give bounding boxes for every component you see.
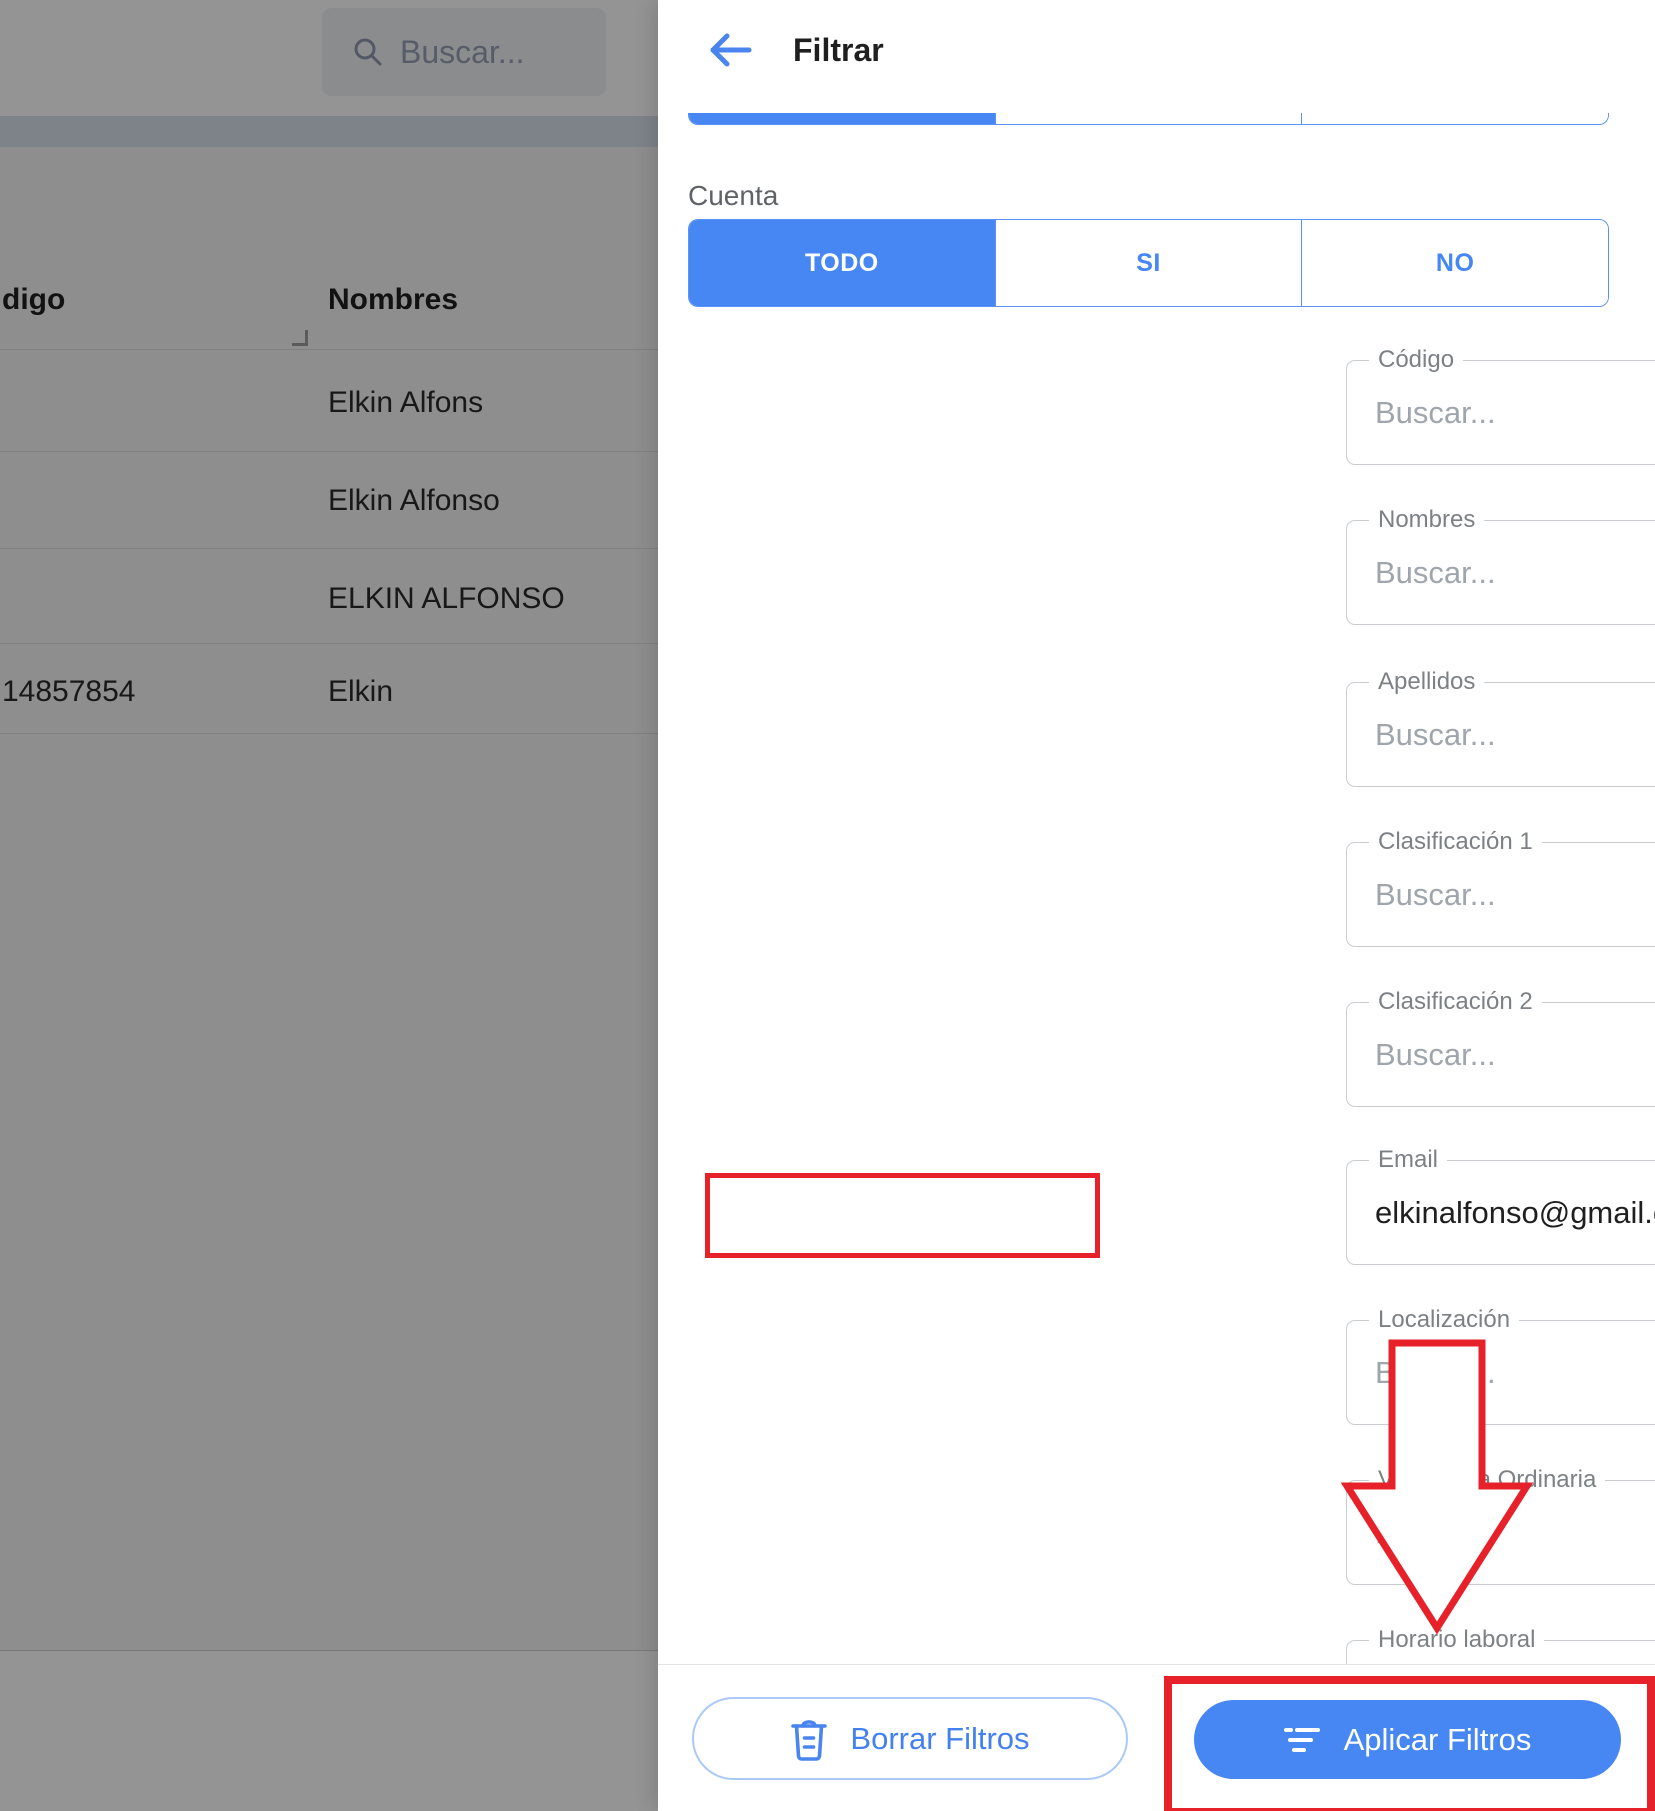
drawer-scrim[interactable] (0, 0, 658, 1811)
filter-field-localizacion[interactable]: Localización Buscar... (1346, 1320, 1655, 1425)
filter-field-clasificacion-2[interactable]: Clasificación 2 Buscar... (1346, 1002, 1655, 1107)
field-label: Clasificación 2 (1369, 989, 1542, 1015)
field-placeholder: Buscar... (1375, 395, 1496, 431)
filter-field-apellidos[interactable]: Apellidos Buscar... (1346, 682, 1655, 787)
field-placeholder: Buscar... (1375, 877, 1496, 913)
field-placeholder: Buscar... (1375, 1037, 1496, 1073)
cuenta-option-todo[interactable]: TODO (689, 220, 995, 306)
cuenta-option-no[interactable]: NO (1301, 220, 1608, 306)
filter-icon (1284, 1727, 1320, 1753)
back-arrow-icon[interactable] (707, 29, 753, 76)
filter-field-valor-hora-ordinaria[interactable]: Valor Hora Ordinaria Buscar... (1346, 1480, 1655, 1585)
field-label: Apellidos (1369, 669, 1484, 695)
filter-field-clasificacion-1[interactable]: Clasificación 1 Buscar... (1346, 842, 1655, 947)
filter-field-codigo[interactable]: Código Buscar... (1346, 360, 1655, 465)
drawer-header: Filtrar (658, 0, 1655, 113)
clear-filters-button[interactable]: Borrar Filtros (692, 1697, 1128, 1780)
cuenta-label: Cuenta (688, 180, 778, 212)
filter-drawer: Filtrar Cuenta TODO SI NO Código Buscar.… (658, 0, 1655, 1811)
field-placeholder: Buscar... (1375, 1515, 1496, 1551)
cuenta-segmented-control: TODO SI NO (688, 219, 1609, 307)
field-label: Localización (1369, 1307, 1519, 1333)
field-label: Código (1369, 347, 1463, 373)
filter-field-email[interactable]: Email elkinalfonso@gmail.com (1346, 1160, 1655, 1265)
cuenta-option-si[interactable]: SI (995, 220, 1302, 306)
field-label: Clasificación 1 (1369, 829, 1542, 855)
field-placeholder: Buscar... (1375, 555, 1496, 591)
drawer-footer: Borrar Filtros Aplicar Filtros (658, 1664, 1655, 1811)
field-label: Valor Hora Ordinaria (1369, 1467, 1605, 1493)
field-label: Horario laboral (1369, 1627, 1544, 1653)
apply-filters-button[interactable]: Aplicar Filtros (1194, 1700, 1621, 1779)
field-placeholder: Buscar... (1375, 1355, 1496, 1391)
field-placeholder: Buscar... (1375, 717, 1496, 753)
clear-filters-label: Borrar Filtros (850, 1721, 1029, 1757)
email-value: elkinalfonso@gmail.com (1375, 1195, 1655, 1231)
screen: Buscar... digo Nombres Elkin Alfons Elki… (0, 0, 1655, 1811)
filter-field-nombres[interactable]: Nombres Buscar... (1346, 520, 1655, 625)
apply-filters-label: Aplicar Filtros (1344, 1722, 1532, 1758)
field-label: Nombres (1369, 507, 1484, 533)
drawer-title: Filtrar (793, 32, 884, 69)
trash-icon (790, 1716, 828, 1762)
field-label: Email (1369, 1147, 1447, 1173)
